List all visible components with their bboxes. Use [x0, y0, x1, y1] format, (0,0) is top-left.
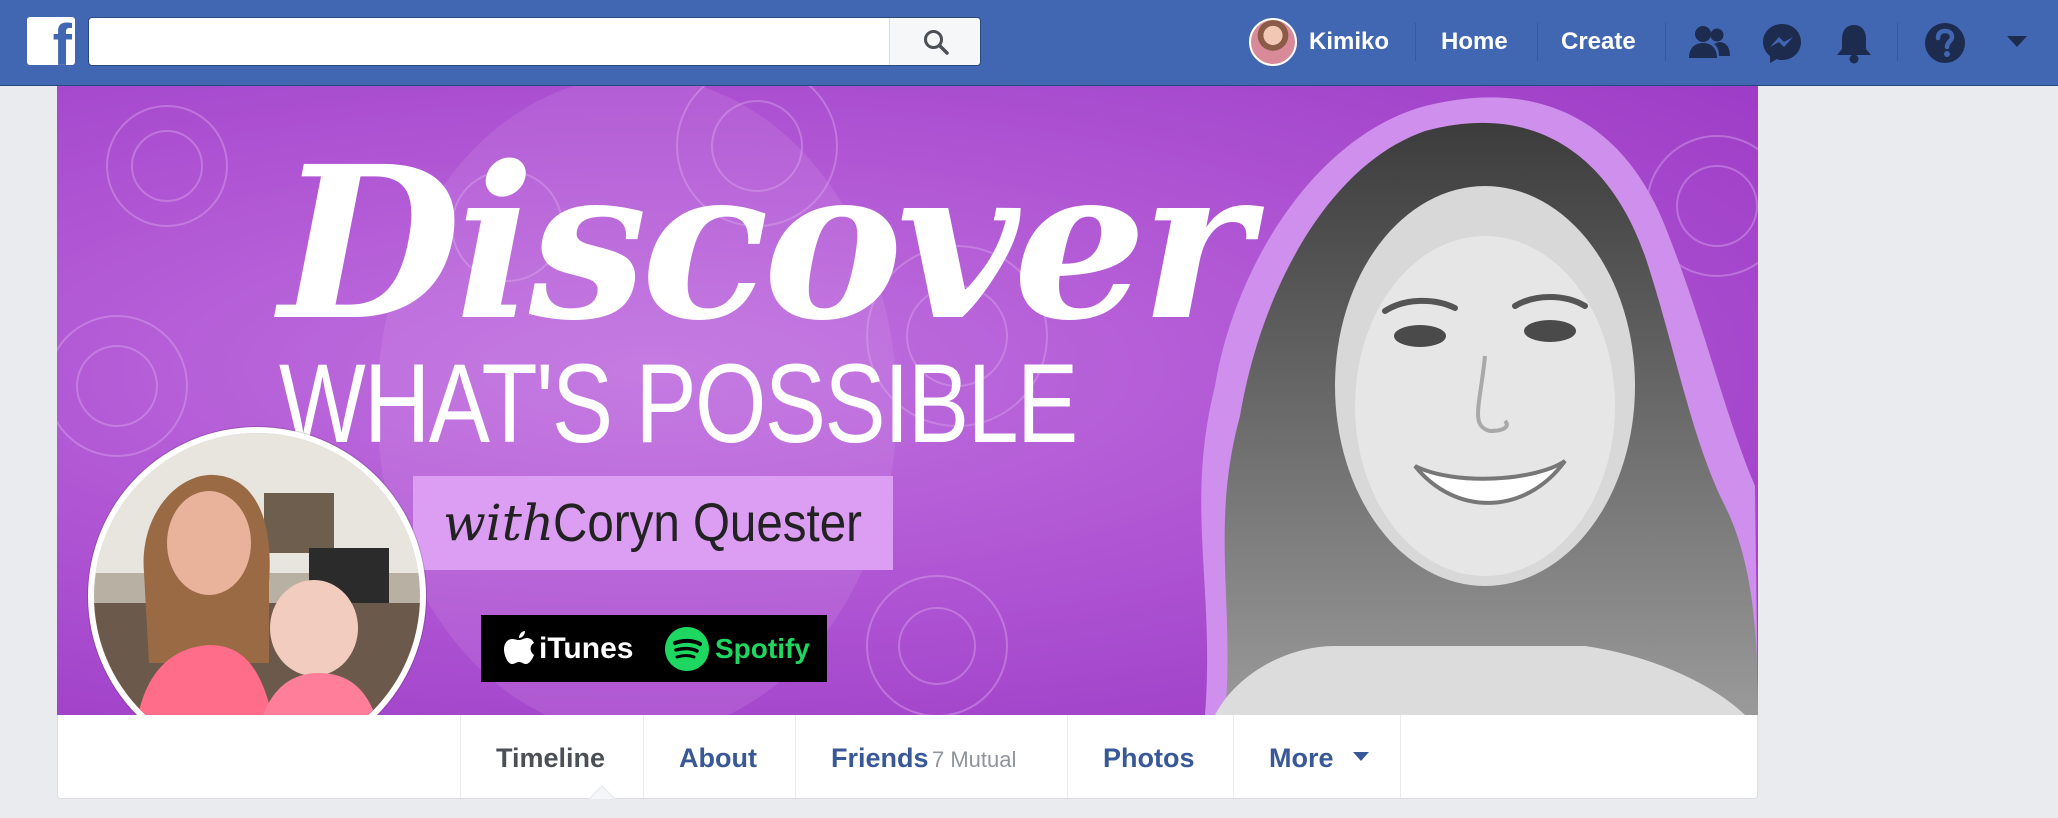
tab-more[interactable]: More	[1233, 715, 1401, 798]
facebook-logo-letter: f	[52, 17, 72, 65]
friend-requests-icon[interactable]	[1686, 20, 1732, 66]
tab-more-label: More	[1269, 743, 1334, 773]
account-menu-caret-icon[interactable]	[2004, 28, 2030, 54]
top-navigation-bar: f Kimiko Home Create	[0, 0, 2058, 86]
host-portrait-image	[1201, 97, 1758, 715]
active-tab-indicator-fill	[590, 787, 614, 799]
tab-photos[interactable]: Photos	[1067, 715, 1233, 798]
nav-divider	[1897, 23, 1898, 61]
spotify-label: Spotify	[715, 633, 810, 664]
tab-about[interactable]: About	[643, 715, 795, 798]
tab-timeline-label: Timeline	[496, 743, 606, 773]
host-name: Coryn Quester	[553, 493, 863, 553]
search-input[interactable]	[89, 18, 889, 65]
search-box	[88, 17, 981, 66]
tab-friends-label: Friends	[831, 743, 929, 773]
profile-link[interactable]: Kimiko	[1309, 27, 1389, 57]
cover-subheadline: WHAT'S POSSIBLE	[279, 341, 1078, 466]
tab-about-label: About	[679, 743, 757, 773]
tab-photos-label: Photos	[1103, 743, 1195, 773]
help-icon[interactable]	[1922, 20, 1968, 66]
home-link[interactable]: Home	[1441, 27, 1508, 57]
more-dropdown-icon[interactable]	[1353, 752, 1369, 761]
create-link[interactable]: Create	[1561, 27, 1636, 57]
spotify-icon	[665, 627, 709, 671]
nav-divider	[1415, 23, 1416, 61]
facebook-logo[interactable]: f	[27, 17, 75, 65]
apple-icon	[504, 631, 534, 664]
profile-tabs-bar: Timeline About Friends 7 Mutual Photos M…	[57, 715, 1758, 799]
search-button[interactable]	[889, 18, 980, 65]
nav-divider	[1537, 23, 1538, 61]
tab-friends[interactable]: Friends 7 Mutual	[795, 715, 1067, 798]
profile-photo-image	[94, 433, 420, 759]
user-avatar[interactable]	[1249, 18, 1297, 66]
search-icon	[924, 30, 949, 55]
messenger-icon[interactable]	[1759, 20, 1805, 66]
podcast-platforms-badge: iTunes Spotify	[481, 615, 827, 682]
itunes-label: iTunes	[539, 632, 634, 665]
nav-divider	[1665, 23, 1666, 61]
with-text: with	[443, 494, 555, 552]
mutual-friends-count: 7 Mutual	[932, 747, 1017, 772]
host-name-banner: with Coryn Quester	[413, 476, 893, 570]
notifications-icon[interactable]	[1831, 20, 1877, 66]
